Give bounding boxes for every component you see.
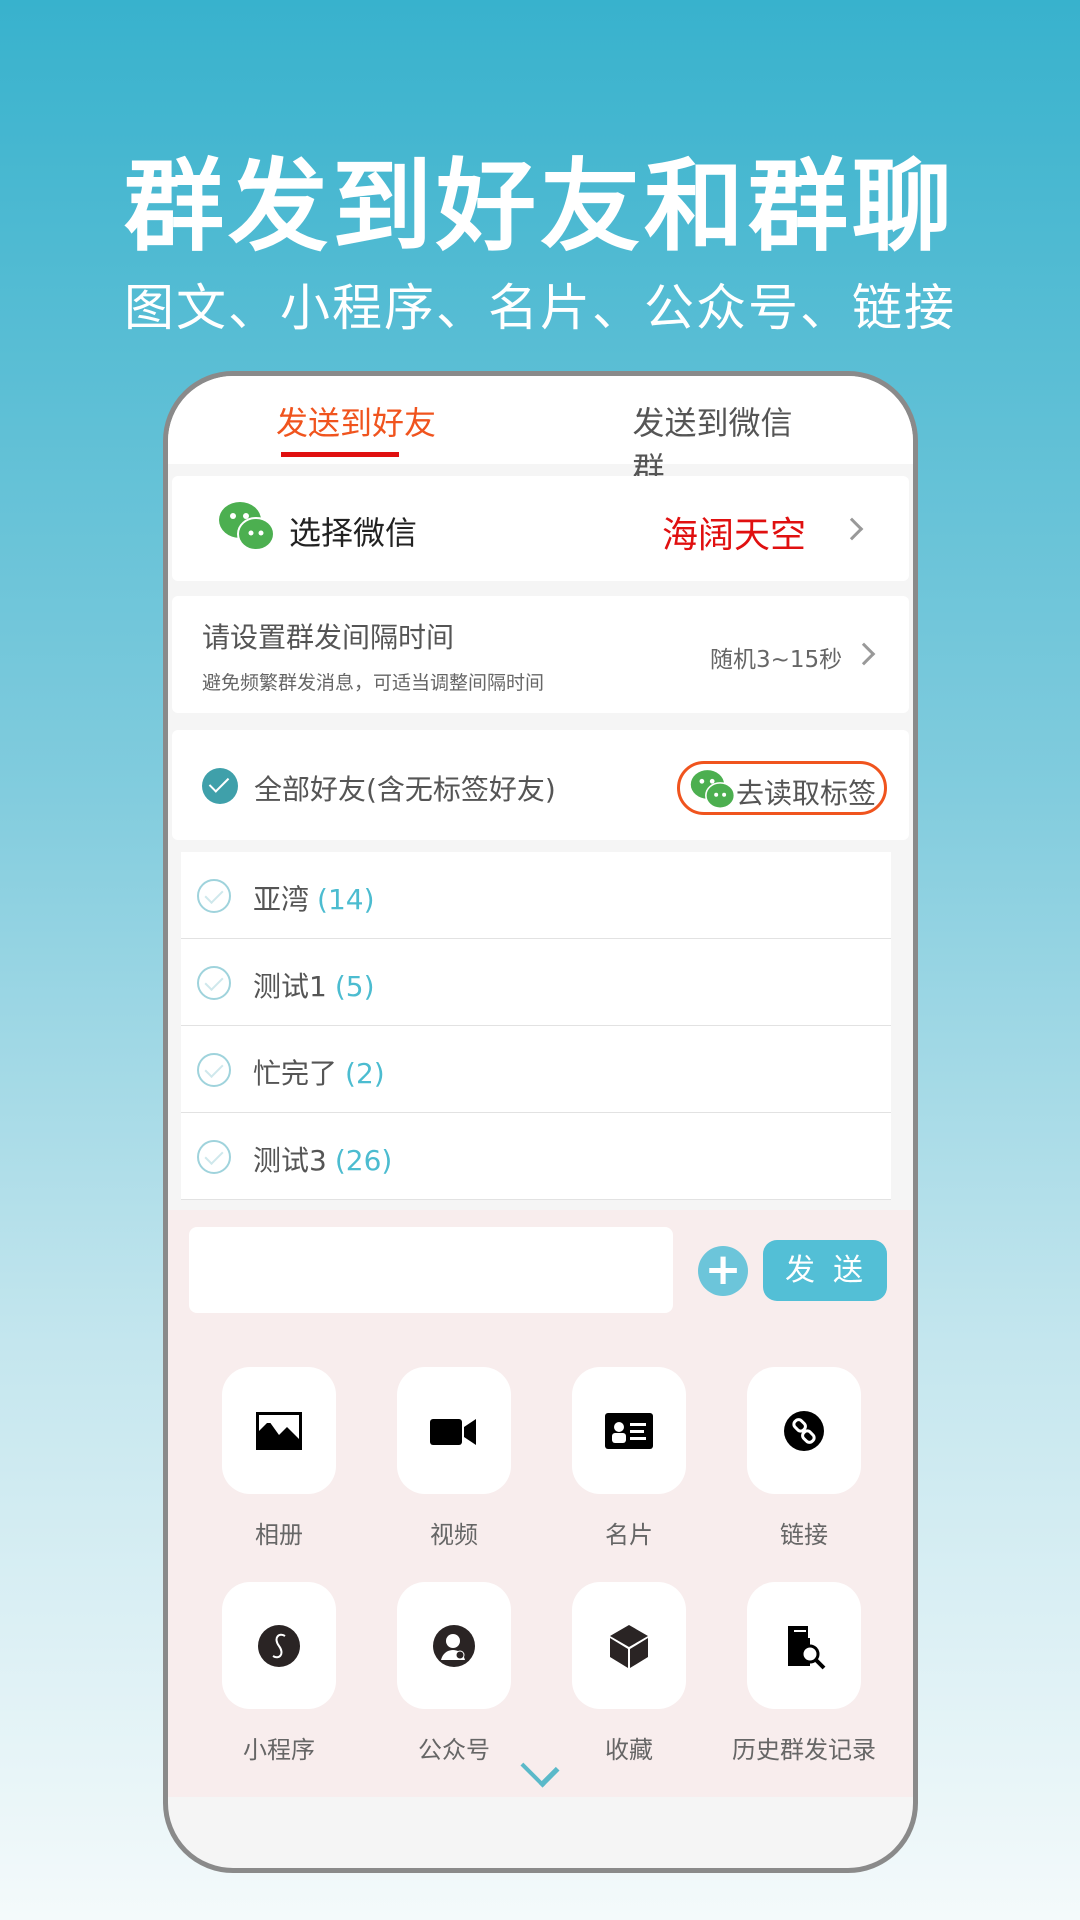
action-label: 公众号 (418, 1736, 490, 1764)
tag-name: 忙完了 (253, 1057, 338, 1090)
phone-frame: 发送到好友 发送到微信群 选择微信 海阔天空 请设置群发间隔时间 避免频繁群发消… (163, 371, 918, 1873)
link-icon (784, 1411, 824, 1451)
action-label: 视频 (430, 1521, 478, 1549)
message-input[interactable] (189, 1227, 673, 1313)
composer-panel: + 发送 相册 视频 名片 链接 小程序 公众号 收藏 历史群发记录 (168, 1210, 913, 1797)
tag-list-item[interactable]: 亚湾 (14) (181, 852, 891, 939)
tag-name: 测试3 (253, 1144, 327, 1177)
chevron-right-icon (852, 642, 876, 666)
interval-title: 请设置群发间隔时间 (202, 621, 455, 654)
read-tags-button[interactable]: 去读取标签 (677, 761, 887, 815)
checkbox[interactable] (197, 1140, 231, 1174)
action-label: 相册 (255, 1521, 303, 1549)
tag-list: 亚湾 (14) 测试1 (5) 忙完了 (2) 测试3 (26) (181, 852, 891, 1200)
checkbox[interactable] (197, 1053, 231, 1087)
tag-list-item[interactable]: 测试3 (26) (181, 1113, 891, 1200)
all-friends-checkbox[interactable] (202, 768, 238, 804)
wechat-icon (690, 770, 736, 810)
tab-send-to-friends[interactable]: 发送到好友 (276, 398, 436, 444)
hero-title: 群发到好友和群聊 (124, 148, 956, 265)
action-link[interactable] (747, 1367, 861, 1494)
action-label: 链接 (780, 1521, 828, 1549)
action-label: 名片 (605, 1521, 653, 1549)
tab-bar: 发送到好友 发送到微信群 (168, 376, 913, 488)
checkbox[interactable] (197, 879, 231, 913)
interval-row[interactable]: 请设置群发间隔时间 避免频繁群发消息，可适当调整间隔时间 随机3~15秒 (172, 596, 909, 713)
interval-value: 随机3~15秒 (710, 647, 843, 673)
action-label: 收藏 (605, 1736, 653, 1764)
official-account-icon (433, 1625, 475, 1667)
tag-list-item[interactable]: 测试1 (5) (181, 939, 891, 1026)
action-album[interactable] (222, 1367, 336, 1494)
checkbox[interactable] (197, 966, 231, 1000)
wechat-icon (219, 502, 275, 551)
action-favorites[interactable] (572, 1582, 686, 1709)
action-label: 历史群发记录 (732, 1736, 876, 1764)
select-wechat-label: 选择微信 (289, 514, 418, 552)
tag-list-item[interactable]: 忙完了 (2) (181, 1026, 891, 1113)
image-icon (256, 1412, 302, 1450)
action-label: 小程序 (243, 1736, 315, 1764)
history-search-icon (788, 1626, 826, 1670)
action-mini-program[interactable] (222, 1582, 336, 1709)
selected-wechat-account: 海阔天空 (662, 515, 807, 556)
chevron-right-icon (840, 517, 864, 541)
action-history[interactable] (747, 1582, 861, 1709)
action-card[interactable] (572, 1367, 686, 1494)
cube-icon (610, 1625, 648, 1668)
select-wechat-row[interactable]: 选择微信 海阔天空 (172, 476, 909, 581)
hero-subtitle: 图文、小程序、名片、公众号、链接 (124, 279, 956, 337)
tag-name: 测试1 (253, 970, 327, 1003)
tag-count: (26) (334, 1144, 393, 1177)
interval-hint: 避免频繁群发消息，可适当调整间隔时间 (202, 672, 545, 694)
tag-count: (2) (345, 1057, 385, 1090)
active-tab-indicator (281, 452, 399, 457)
id-card-icon (605, 1413, 653, 1449)
mini-program-icon (258, 1625, 300, 1667)
all-friends-row: 全部好友(含无标签好友) 去读取标签 (172, 730, 909, 840)
tag-count: (14) (317, 883, 375, 916)
all-friends-label: 全部好友(含无标签好友) (254, 773, 556, 806)
plus-icon[interactable]: + (698, 1246, 748, 1296)
chevron-down-icon[interactable] (520, 1748, 560, 1788)
action-video[interactable] (397, 1367, 511, 1494)
send-button[interactable]: 发送 (763, 1240, 887, 1301)
read-tags-label: 去读取标签 (736, 777, 877, 810)
tag-count: (5) (334, 970, 375, 1003)
video-icon (430, 1419, 476, 1445)
action-official-account[interactable] (397, 1582, 511, 1709)
tag-name: 亚湾 (253, 883, 310, 916)
